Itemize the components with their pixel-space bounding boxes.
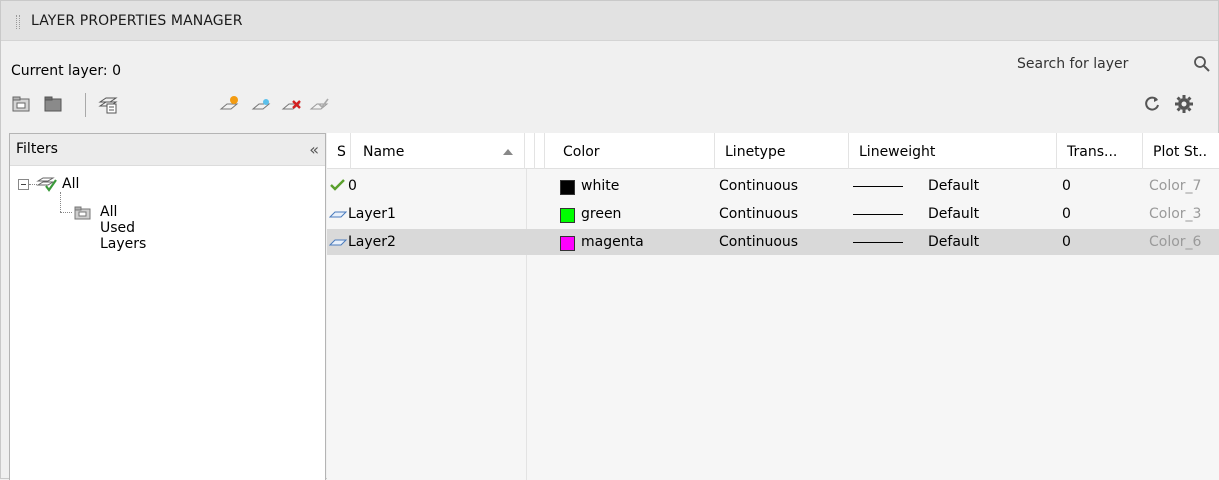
tree-item-label: All <box>62 176 80 192</box>
search-input[interactable] <box>1013 51 1189 77</box>
filters-header: Filters « <box>10 134 325 166</box>
column-header-color[interactable]: Color <box>545 133 715 169</box>
layer-icon[interactable] <box>328 233 348 253</box>
search-icon[interactable] <box>1193 55 1211 73</box>
search-box[interactable] <box>1013 51 1213 77</box>
column-header-name-label: Name <box>363 144 405 160</box>
grid-header: S Name Color Linetype Lineweight Trans..… <box>327 133 1219 169</box>
layer-properties-manager-panel: LAYER PROPERTIES MANAGER Current layer: … <box>0 0 1219 480</box>
table-row[interactable]: Layer2 magenta Continuous Default 0 Color_6 <box>327 229 1219 255</box>
tree-collapse-icon[interactable] <box>18 179 29 190</box>
new-group-filter-icon[interactable] <box>43 93 65 115</box>
layer-transparency[interactable]: 0 <box>1062 234 1071 250</box>
color-swatch[interactable] <box>560 180 575 195</box>
layer-linetype[interactable]: Continuous <box>719 234 798 250</box>
layer-icon[interactable] <box>328 205 348 225</box>
column-header-lineweight[interactable]: Lineweight <box>849 133 1057 169</box>
set-current-icon[interactable] <box>309 93 331 115</box>
lineweight-sample <box>853 214 903 215</box>
layer-name[interactable]: Layer1 <box>348 206 396 222</box>
layer-color-name[interactable]: white <box>581 178 619 194</box>
column-header-spacer <box>525 133 535 169</box>
column-header-plot-style[interactable]: Plot St.. <box>1143 133 1219 169</box>
layer-lineweight[interactable]: Default <box>928 234 979 250</box>
panel-title: LAYER PROPERTIES MANAGER <box>31 13 243 29</box>
table-row[interactable]: Layer1 green Continuous Default 0 Color_3 <box>327 201 1219 227</box>
table-row[interactable]: 0 white Continuous Default 0 Color_7 <box>327 173 1219 199</box>
column-header-transparency[interactable]: Trans... <box>1057 133 1143 169</box>
color-swatch[interactable] <box>560 208 575 223</box>
sort-ascending-icon <box>503 149 513 155</box>
layer-plot-style[interactable]: Color_6 <box>1149 234 1201 250</box>
refresh-icon[interactable] <box>1141 93 1163 115</box>
column-header-linetype[interactable]: Linetype <box>715 133 849 169</box>
layer-lineweight[interactable]: Default <box>928 206 979 222</box>
new-layer-icon[interactable] <box>219 93 241 115</box>
column-header-status[interactable]: S <box>327 133 351 169</box>
filters-title: Filters <box>16 141 58 157</box>
all-layers-filter-icon <box>36 174 58 198</box>
layer-plot-style[interactable]: Color_7 <box>1149 178 1201 194</box>
filters-pane: Filters « All All Used Layers <box>9 133 326 480</box>
new-layer-vp-frozen-icon[interactable] <box>251 93 273 115</box>
title-bar[interactable]: LAYER PROPERTIES MANAGER <box>1 1 1218 41</box>
column-header-spacer <box>535 133 545 169</box>
tree-connector <box>60 192 61 212</box>
tree-item-label: All Used Layers <box>100 204 147 252</box>
layer-lineweight[interactable]: Default <box>928 178 979 194</box>
layer-linetype[interactable]: Continuous <box>719 206 798 222</box>
layer-transparency[interactable]: 0 <box>1062 178 1071 194</box>
lineweight-sample <box>853 242 903 243</box>
layer-plot-style[interactable]: Color_3 <box>1149 206 1201 222</box>
delete-layer-icon[interactable] <box>281 93 303 115</box>
layer-color-name[interactable]: green <box>581 206 621 222</box>
current-layer-check-icon[interactable] <box>329 177 347 197</box>
settings-icon[interactable] <box>1173 93 1195 115</box>
layer-name[interactable]: 0 <box>348 178 357 194</box>
drag-grip-icon[interactable] <box>16 15 20 29</box>
layer-linetype[interactable]: Continuous <box>719 178 798 194</box>
layer-transparency[interactable]: 0 <box>1062 206 1071 222</box>
layer-name[interactable]: Layer2 <box>348 234 396 250</box>
toolbar-separator <box>85 93 86 117</box>
lineweight-sample <box>853 186 903 187</box>
tree-connector <box>60 212 72 213</box>
new-property-filter-icon[interactable] <box>11 93 33 115</box>
layer-states-manager-icon[interactable] <box>97 93 119 115</box>
collapse-filters-button[interactable]: « <box>309 140 319 159</box>
current-layer-label: Current layer: 0 <box>11 63 121 79</box>
column-header-name[interactable]: Name <box>351 133 525 169</box>
layer-color-name[interactable]: magenta <box>581 234 644 250</box>
layer-grid: S Name Color Linetype Lineweight Trans..… <box>327 133 1219 480</box>
used-layers-filter-icon <box>73 204 93 226</box>
color-swatch[interactable] <box>560 236 575 251</box>
